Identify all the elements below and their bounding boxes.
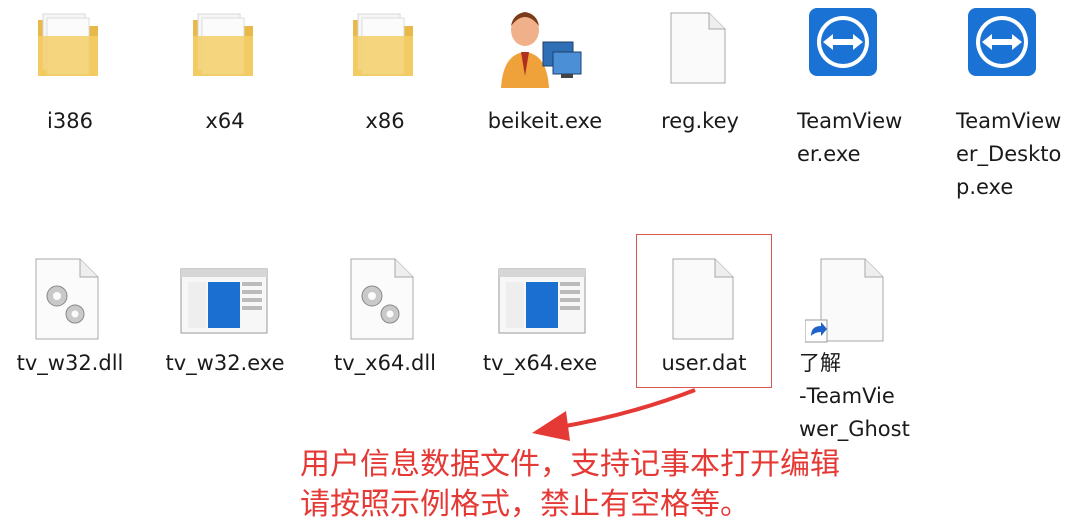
file-tv-w32-exe[interactable]: tv_w32.exe	[150, 250, 290, 390]
dll-gear-icon	[350, 258, 414, 340]
shortcut-file-icon	[805, 258, 887, 348]
blank-file-icon	[670, 12, 726, 84]
file-label: user.dat	[661, 351, 747, 375]
file-teamviewer-exe[interactable]: TeamView er.exe	[795, 0, 935, 166]
folder-icon	[350, 10, 416, 80]
file-user-dat[interactable]: user.dat	[636, 250, 776, 390]
folder-i386[interactable]: i386	[0, 0, 140, 150]
file-label: i386	[47, 109, 93, 133]
file-label: tv_w32.exe	[165, 351, 285, 375]
blank-file-icon	[672, 258, 734, 340]
teamviewer-icon	[968, 8, 1036, 76]
teamviewer-icon	[809, 8, 877, 76]
file-label: x64	[205, 109, 245, 133]
file-label: 了解 -TeamVie wer_Ghost	[799, 351, 910, 441]
file-label: x86	[365, 109, 405, 133]
folder-icon	[190, 10, 256, 80]
file-beikeit-exe[interactable]: beikeit.exe	[475, 0, 615, 150]
file-label: tv_w32.dll	[16, 351, 124, 375]
window-app-icon	[498, 268, 586, 334]
file-label: beikeit.exe	[487, 109, 603, 133]
file-teamviewer-ghost-shortcut[interactable]: 了解 -TeamVie wer_Ghost	[795, 250, 935, 450]
dll-gear-icon	[35, 258, 99, 340]
folder-icon	[35, 10, 101, 80]
folder-x64[interactable]: x64	[150, 0, 290, 150]
file-tv-x64-dll[interactable]: tv_x64.dll	[315, 250, 455, 390]
file-label: TeamView er.exe	[797, 109, 903, 166]
person-computer-icon	[495, 8, 585, 88]
file-label: TeamView er_Deskto p.exe	[956, 109, 1062, 199]
file-label: tv_x64.dll	[334, 351, 436, 375]
file-label: reg.key	[661, 109, 739, 133]
annotation-text: 用户信息数据文件，支持记事本打开编辑 请按照示例格式，禁止有空格等。	[300, 447, 840, 522]
folder-x86[interactable]: x86	[315, 0, 455, 150]
file-label: tv_x64.exe	[482, 351, 598, 375]
file-tv-w32-dll[interactable]: tv_w32.dll	[0, 250, 140, 390]
window-app-icon	[180, 268, 268, 334]
file-reg-key[interactable]: reg.key	[630, 0, 770, 150]
file-tv-x64-exe[interactable]: tv_x64.exe	[470, 250, 610, 390]
file-teamviewer-desktop-exe[interactable]: TeamView er_Deskto p.exe	[952, 0, 1080, 210]
